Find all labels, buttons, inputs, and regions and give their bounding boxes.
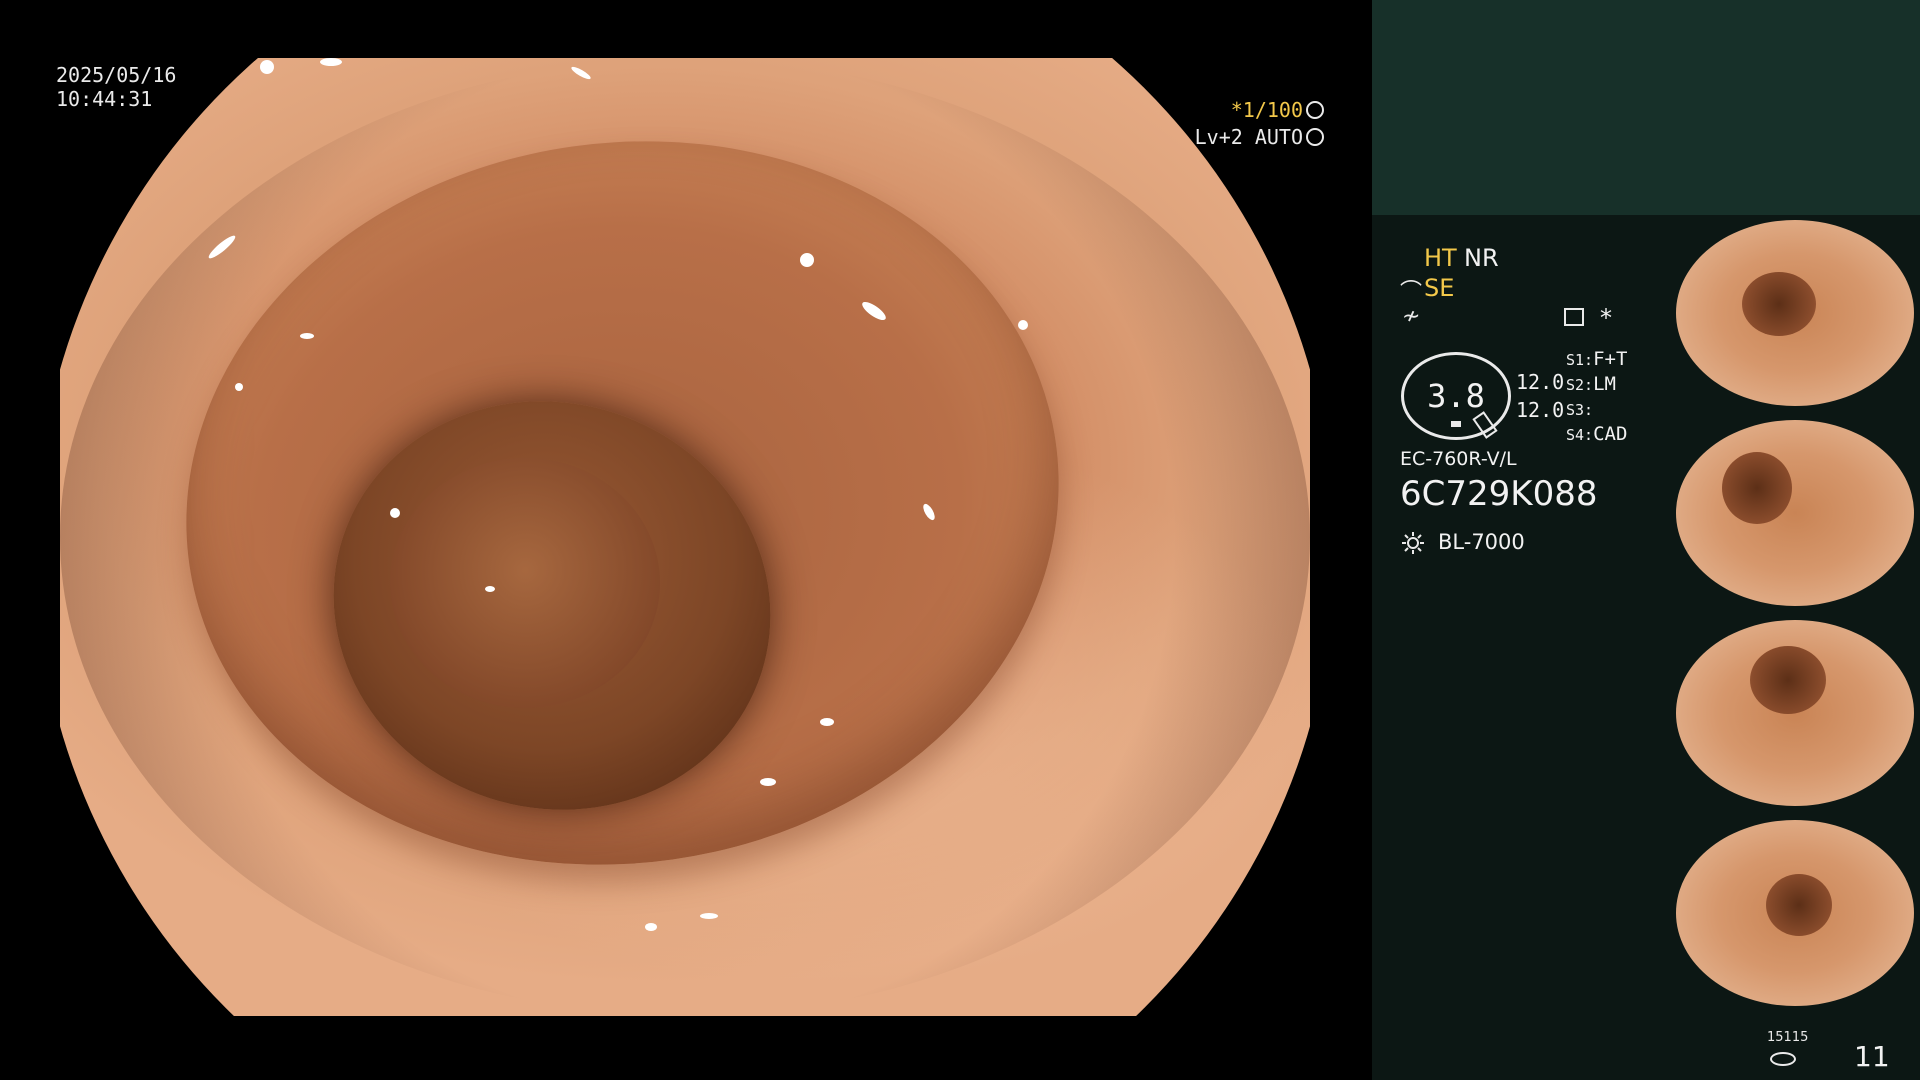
switch-key: S2:: [1566, 376, 1594, 394]
thumbnail[interactable]: [1670, 216, 1920, 411]
scope-model: EC-760R-V/L: [1400, 448, 1517, 470]
thumbnail-lumen: [1766, 874, 1832, 936]
gauge-marker: [1451, 421, 1461, 427]
specular-highlight: [1018, 320, 1028, 330]
specular-highlight: [800, 253, 814, 267]
scope-serial: 6C729K088: [1400, 474, 1598, 514]
light-source: BL-7000: [1438, 530, 1525, 554]
nr-indicator: NR: [1464, 244, 1499, 272]
side-panel: HT NR ⌒ SE ≁ * 3.8 12.0 12.0 S1:F+T S2:L…: [1372, 0, 1920, 1080]
switch-s1: S1:F+T: [1566, 348, 1627, 370]
shutter-speed: *1/100: [1231, 99, 1324, 121]
star-indicator: *: [1600, 304, 1612, 332]
zoom-gauge: 3.8: [1401, 352, 1511, 440]
specular-highlight: [260, 60, 274, 74]
capture-time: 10:44:31: [56, 87, 153, 111]
switch-key: S4:: [1566, 426, 1594, 444]
se-indicator: SE: [1424, 274, 1455, 302]
specular-highlight: [700, 913, 718, 919]
specular-highlight: [645, 923, 657, 931]
specular-highlight: [390, 508, 400, 518]
switch-s3: S3:: [1566, 398, 1593, 420]
brightness-level: Lv+2 AUTO: [1195, 126, 1324, 148]
specular-highlight: [300, 333, 314, 339]
switch-key: S1:: [1566, 351, 1594, 369]
image-count: 11: [1854, 1040, 1890, 1073]
specular-highlight: [320, 58, 342, 66]
disk-icon: [1770, 1052, 1796, 1066]
shutter-speed-value: *1/100: [1230, 98, 1303, 122]
thumbnail-lumen: [1742, 272, 1816, 336]
ht-indicator: HT: [1424, 244, 1457, 272]
switch-value: F+T: [1593, 348, 1628, 370]
thumbnail-lumen: [1722, 452, 1792, 524]
switch-value: CAD: [1593, 423, 1628, 445]
capture-counter: 15115: [1767, 1030, 1809, 1045]
switch-s4: S4:CAD: [1566, 423, 1627, 445]
specular-highlight: [760, 778, 776, 786]
scope-icon: ⌒: [1400, 280, 1423, 305]
capture-date: 2025/05/16: [56, 63, 177, 87]
switch-s2: S2:LM: [1566, 373, 1616, 395]
endoscopic-image: [60, 58, 1310, 1016]
gear-icon: [1306, 128, 1324, 146]
thumbnail-image: [1676, 420, 1914, 606]
specular-highlight: [235, 383, 243, 391]
thumbnail[interactable]: [1670, 816, 1920, 1011]
pen-icon: [1472, 411, 1498, 439]
switch-value: LM: [1593, 373, 1616, 395]
wave-icon: ≁: [1402, 304, 1421, 329]
side-panel-header: [1372, 0, 1920, 215]
brightness-level-value: Lv+2 AUTO: [1194, 125, 1303, 149]
vignette: [60, 58, 1310, 1016]
sun-icon: [1402, 532, 1424, 554]
gain-value-1: 12.0: [1516, 370, 1565, 394]
monitor-icon: [1564, 308, 1584, 326]
gain-value-2: 12.0: [1516, 398, 1565, 422]
gauge-value: 3.8: [1427, 377, 1485, 415]
gear-icon: [1306, 101, 1324, 119]
switch-key: S3:: [1566, 401, 1594, 419]
thumbnail[interactable]: [1670, 416, 1920, 611]
specular-highlight: [485, 586, 495, 592]
specular-highlight: [820, 718, 834, 726]
thumbnail-lumen: [1750, 646, 1826, 714]
main-endoscope-view: 2025/05/16 10:44:31 *1/100 Lv+2 AUTO: [0, 0, 1372, 1080]
thumbnail[interactable]: [1670, 616, 1920, 811]
